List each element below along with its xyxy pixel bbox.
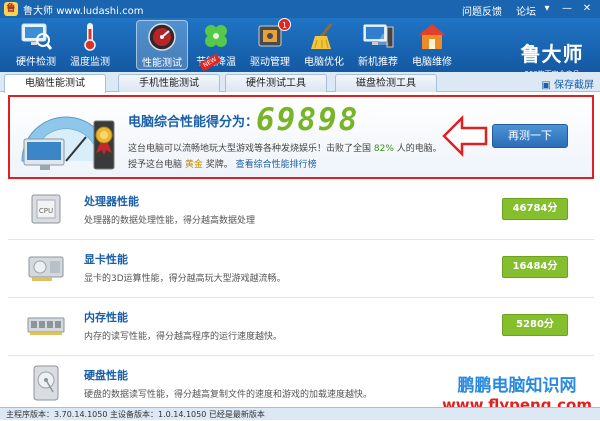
status-bar: 主程序版本：3.70.14.1050 主设备版本：1.0.14.1050 已经是… [0,407,600,420]
component-row-cpu: CPU 处理器性能 处理器的数据处理性能，得分越高数据处理 46784分 [8,182,594,240]
toolbar-driver-management[interactable]: 1 驱动管理 [244,18,296,70]
minimize-button[interactable]: — [558,2,576,16]
cpu-icon: CPU [26,190,66,228]
app-logo-icon: 鲁 [4,2,18,16]
tab-disk-tools[interactable]: 磁盘检测工具 [335,74,437,92]
broom-icon [307,21,341,51]
toolbar-pc-optimize[interactable]: 电脑优化 [298,20,350,70]
svg-text:CPU: CPU [39,207,53,215]
tab-bar: 电脑性能测试 手机性能测试 硬件测试工具 磁盘检测工具 ▣ 保存截屏 [0,72,600,93]
score-panel: 电脑综合性能得分为： 69898 这台电脑可以流畅地玩大型游戏等各种发烧娱乐！击… [8,95,594,179]
gpu-score-badge: 16484分 [502,256,568,278]
red-arrow-icon [442,114,488,158]
speedometer-icon [145,22,179,52]
score-title: 电脑综合性能得分为： [128,115,259,130]
gauge-pc-illustration [16,103,120,175]
close-button[interactable]: ✕ [578,2,596,16]
tab-phone-performance[interactable]: 手机性能测试 [118,74,220,92]
chip-icon: 1 [253,18,291,51]
main-toolbar: 硬件检测 温度监测 性能测试 节能降温 1 驱动管理 电脑优化 [0,18,600,78]
component-row-gpu: 显卡性能 显卡的3D运算性能，得分越高玩大型游戏越流畅。 16484分 [8,240,594,298]
save-icon: ▣ [541,80,551,91]
toolbar-temperature[interactable]: 温度监测 [64,20,116,70]
graphics-card-icon [26,248,66,286]
score-value: 69898 [256,102,360,138]
component-row-memory: 内存性能 内存的读写性能，得分越高程序的运行速度越快。 5280分 [8,298,594,356]
new-pc-icon [361,21,395,51]
thermometer-icon [73,21,107,51]
toolbar-pc-repair[interactable]: 电脑维修 [406,20,458,70]
score-description: 这台电脑可以流畅地玩大型游戏等各种发烧娱乐！击败了全国 82% 人的电脑。 [128,144,442,154]
ranking-link[interactable]: 查看综合性能排行榜 [236,160,317,170]
cpu-score-badge: 46784分 [502,198,568,220]
memory-icon [26,306,66,344]
menu-dropdown-button[interactable]: ▾ [538,2,556,16]
medal-name: 黄金 [184,160,203,170]
toolbar-hardware-check[interactable]: 硬件检测 [10,20,62,70]
beat-percentage: 82% [373,144,394,154]
app-title: 鲁大师 www.ludashi.com [23,5,144,17]
toolbar-performance-test[interactable]: 性能测试 [136,20,188,70]
tab-pc-performance[interactable]: 电脑性能测试 [4,74,106,93]
toolbar-new-pc-recommend[interactable]: 新机推荐 [352,20,404,70]
retest-button[interactable]: 再测一下 [492,124,568,148]
tab-hardware-tools[interactable]: 硬件测试工具 [225,74,327,92]
memory-score-badge: 5280分 [502,314,568,336]
monitor-magnifier-icon [19,21,53,51]
house-icon [415,21,449,51]
save-screenshot-link[interactable]: ▣ 保存截屏 [541,76,594,91]
driver-update-badge: 1 [278,18,291,31]
hard-disk-icon [26,364,66,402]
title-bar: 鲁 鲁大师 www.ludashi.com 问题反馈 论坛 ▾ — ✕ [0,0,600,18]
clover-icon [199,21,233,51]
forum-link[interactable]: 论坛 [516,3,536,18]
medal-line: 授予这台电脑 黄金 奖牌。 查看综合性能排行榜 [128,160,317,170]
feedback-link[interactable]: 问题反馈 [462,3,502,18]
